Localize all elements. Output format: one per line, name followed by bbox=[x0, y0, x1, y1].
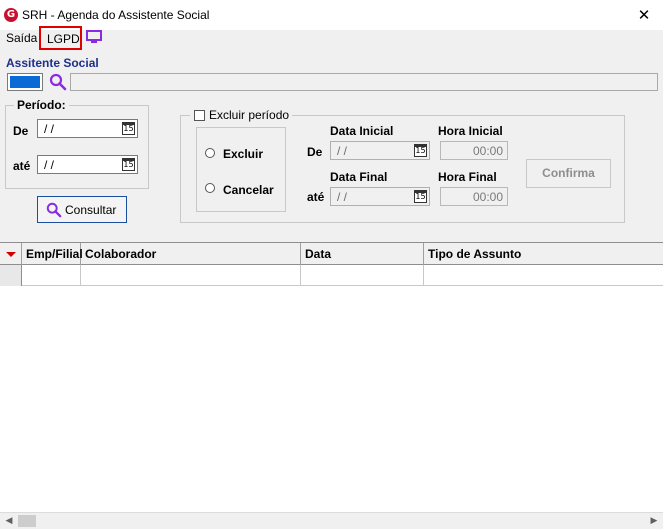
data-final-label: Data Final bbox=[330, 170, 388, 184]
scrollbar-thumb[interactable] bbox=[18, 515, 36, 527]
hora-final-label: Hora Final bbox=[438, 170, 497, 184]
assistente-code-input[interactable] bbox=[7, 73, 43, 91]
periodo-de-label: De bbox=[13, 124, 29, 138]
radio-cancelar[interactable] bbox=[205, 183, 215, 193]
data-inicial-input[interactable]: / / 15 bbox=[330, 141, 430, 160]
menu-item-saida[interactable]: Saída bbox=[6, 31, 37, 45]
data-inicial-label: Data Inicial bbox=[330, 124, 394, 138]
column-header-colaborador[interactable]: Colaborador bbox=[81, 243, 301, 265]
results-grid: Emp/Filial Colaborador Data Tipo de Assu… bbox=[0, 242, 663, 512]
consultar-label: Consultar bbox=[65, 203, 117, 217]
hora-final-input[interactable]: 00:00 bbox=[440, 187, 508, 206]
radio-cancelar-label: Cancelar bbox=[223, 183, 274, 197]
assistente-name-field bbox=[70, 73, 658, 91]
data-inicial-value: / / bbox=[337, 144, 348, 158]
confirma-button[interactable]: Confirma bbox=[526, 159, 611, 188]
calendar-icon[interactable]: 15 bbox=[122, 122, 135, 135]
excluir-de-label: De bbox=[307, 145, 323, 159]
hora-inicial-input[interactable]: 00:00 bbox=[440, 141, 508, 160]
search-icon bbox=[46, 202, 62, 218]
hora-inicial-value: 00:00 bbox=[472, 144, 503, 158]
calendar-icon[interactable]: 15 bbox=[122, 158, 135, 171]
sort-indicator-icon[interactable] bbox=[0, 243, 22, 265]
periodo-legend: Período: bbox=[14, 98, 69, 112]
table-cell[interactable] bbox=[424, 265, 663, 286]
excluir-periodo-label: Excluir período bbox=[209, 108, 290, 122]
excluir-ate-label: até bbox=[307, 190, 325, 204]
calendar-icon[interactable]: 15 bbox=[414, 190, 427, 203]
search-icon[interactable] bbox=[49, 73, 67, 91]
periodo-de-date-input[interactable]: / / 15 bbox=[37, 119, 138, 138]
scroll-left-icon[interactable]: ◀ bbox=[2, 514, 16, 528]
table-cell[interactable] bbox=[301, 265, 424, 286]
assistente-social-label: Assitente Social bbox=[6, 56, 99, 70]
calendar-icon[interactable]: 15 bbox=[414, 144, 427, 157]
column-header-emp-filial[interactable]: Emp/Filial bbox=[22, 243, 83, 265]
periodo-ate-date-input[interactable]: / / 15 bbox=[37, 155, 138, 174]
data-final-value: / / bbox=[337, 190, 348, 204]
close-button[interactable]: ✕ bbox=[633, 4, 655, 26]
periodo-ate-label: até bbox=[13, 159, 31, 173]
window-title: SRH - Agenda do Assistente Social bbox=[22, 8, 210, 22]
periodo-ate-value: / / bbox=[44, 158, 55, 172]
hora-inicial-label: Hora Inicial bbox=[438, 124, 503, 138]
hora-final-value: 00:00 bbox=[472, 190, 503, 204]
code-selection-highlight bbox=[10, 76, 40, 88]
excluir-periodo-legend: Excluir período bbox=[190, 108, 293, 122]
app-logo-icon: G bbox=[4, 8, 18, 22]
table-cell[interactable] bbox=[81, 265, 301, 286]
monitor-icon[interactable] bbox=[86, 30, 102, 44]
scroll-right-icon[interactable]: ▶ bbox=[647, 514, 661, 528]
consultar-button[interactable]: Consultar bbox=[37, 196, 127, 223]
periodo-group bbox=[5, 105, 149, 189]
grid-header: Emp/Filial Colaborador Data Tipo de Assu… bbox=[0, 243, 663, 265]
menu-item-lgpd-label: LGPD bbox=[47, 32, 80, 46]
radio-excluir-label: Excluir bbox=[223, 147, 264, 161]
acao-radio-group bbox=[196, 127, 286, 212]
table-row[interactable] bbox=[0, 265, 663, 286]
column-header-tipo-assunto[interactable]: Tipo de Assunto bbox=[424, 243, 663, 265]
horizontal-scrollbar[interactable]: ◀ ▶ bbox=[0, 512, 663, 529]
menu-item-lgpd[interactable]: LGPD bbox=[39, 26, 82, 50]
row-indicator[interactable] bbox=[0, 265, 22, 286]
periodo-de-value: / / bbox=[44, 122, 55, 136]
table-cell[interactable] bbox=[22, 265, 81, 286]
radio-excluir[interactable] bbox=[205, 148, 215, 158]
data-final-input[interactable]: / / 15 bbox=[330, 187, 430, 206]
column-header-data[interactable]: Data bbox=[301, 243, 424, 265]
excluir-periodo-checkbox[interactable] bbox=[194, 110, 205, 121]
